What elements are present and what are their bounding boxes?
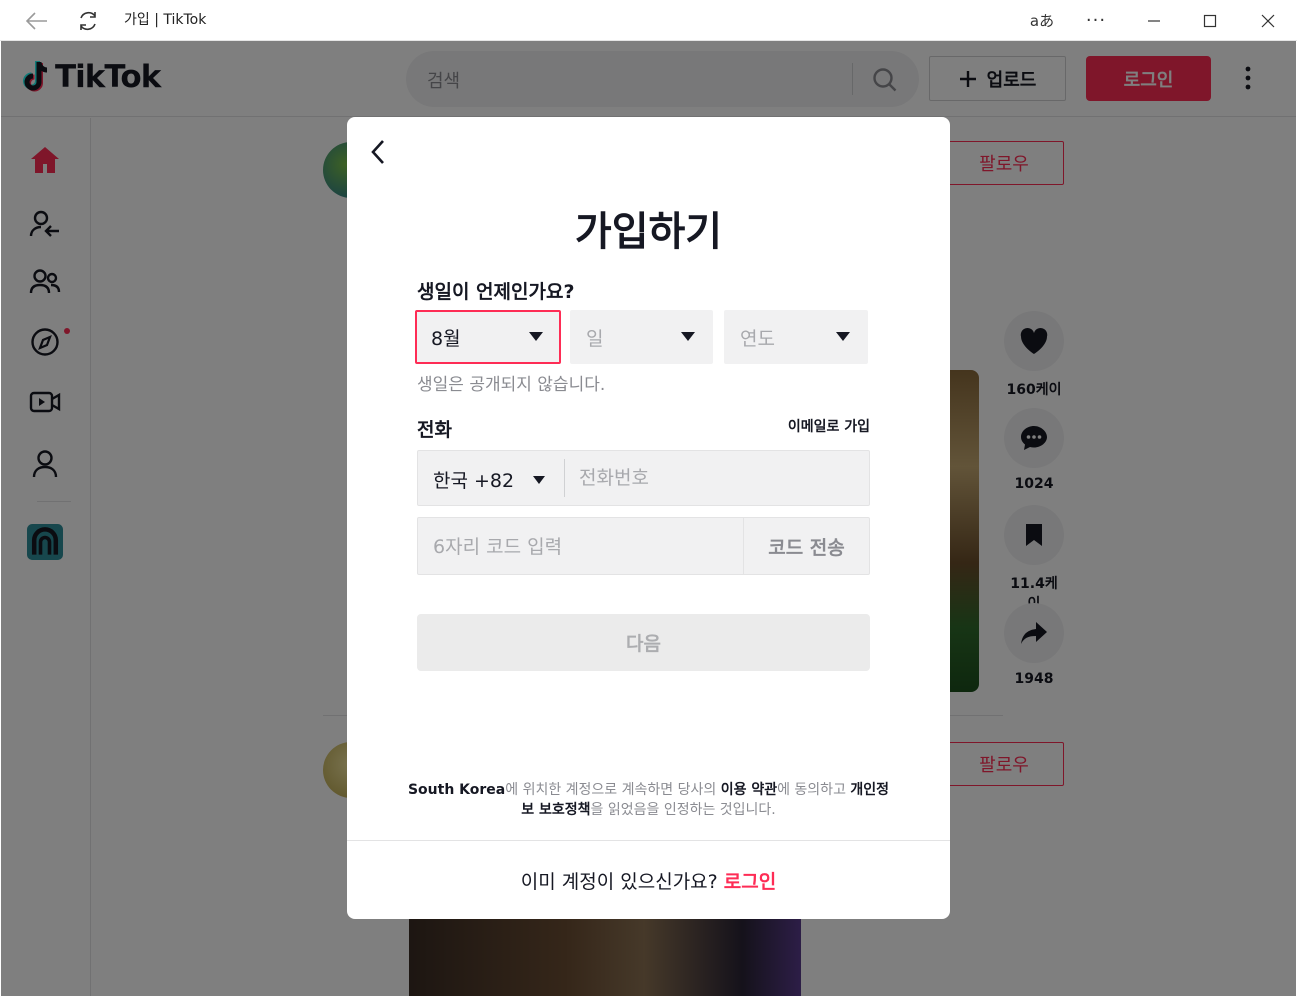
back-button[interactable] — [365, 137, 391, 167]
email-signup-link[interactable]: 이메일로 가입 — [788, 416, 870, 436]
terms-text-1: 에 위치한 계정으로 계속하면 당사의 — [505, 782, 721, 798]
chevron-down-icon[interactable] — [533, 476, 545, 484]
translate-icon[interactable]: aあ — [1028, 0, 1056, 41]
month-value: 8월 — [431, 328, 461, 350]
code-field — [417, 517, 744, 575]
window-title: 가입 | TikTok — [124, 12, 207, 28]
have-account-text: 이미 계정이 있으신가요? — [520, 870, 718, 893]
phone-divider — [564, 459, 565, 497]
terms-notice: South Korea에 위치한 계정으로 계속하면 당사의 이용 약관에 동의… — [407, 780, 890, 820]
chevron-down-icon — [681, 332, 695, 341]
footer-login-link[interactable]: 로그인 — [724, 867, 776, 894]
birthday-hint: 생일은 공개되지 않습니다. — [417, 375, 606, 395]
send-code-button[interactable]: 코드 전송 — [743, 517, 870, 575]
modal-title: 가입하기 — [574, 209, 723, 255]
back-arrow-icon[interactable] — [20, 0, 54, 41]
more-options-icon[interactable]: ··· — [1082, 0, 1110, 41]
year-select[interactable]: 연도 — [724, 310, 868, 364]
chevron-down-icon — [836, 332, 850, 341]
phone-field-group: 한국 +82 — [417, 450, 870, 506]
birthday-label: 생일이 언제인가요? — [417, 281, 575, 303]
minimize-icon[interactable] — [1140, 0, 1168, 41]
chevron-left-icon — [371, 140, 384, 164]
browser-titlebar: 가입 | TikTok aあ ··· — [0, 0, 1297, 41]
terms-text-3: 을 읽었음을 인정하는 것입니다. — [590, 802, 776, 818]
close-window-icon[interactable] — [1254, 0, 1282, 41]
next-button[interactable]: 다음 — [417, 614, 870, 671]
day-select[interactable]: 일 — [570, 310, 713, 364]
chevron-down-icon — [529, 332, 543, 341]
verification-code-input[interactable] — [433, 528, 733, 566]
modal-footer: 이미 계정이 있으신가요? 로그인 — [347, 840, 950, 919]
year-placeholder: 연도 — [740, 328, 775, 350]
terms-text-2: 에 동의하고 — [777, 782, 851, 798]
refresh-icon[interactable] — [74, 0, 102, 41]
terms-of-service-link[interactable]: 이용 약관 — [721, 782, 777, 798]
terms-country: South Korea — [407, 782, 506, 798]
signup-modal: 가입하기 생일이 언제인가요? 8월 일 연도 생일은 공개되지 않습니다. 전… — [347, 117, 950, 919]
month-select[interactable]: 8월 — [415, 310, 561, 364]
maximize-icon[interactable] — [1196, 0, 1224, 41]
phone-number-input[interactable] — [579, 459, 859, 497]
day-placeholder: 일 — [586, 328, 604, 350]
phone-label: 전화 — [417, 419, 452, 441]
country-code-select[interactable]: 한국 +82 — [433, 466, 514, 493]
